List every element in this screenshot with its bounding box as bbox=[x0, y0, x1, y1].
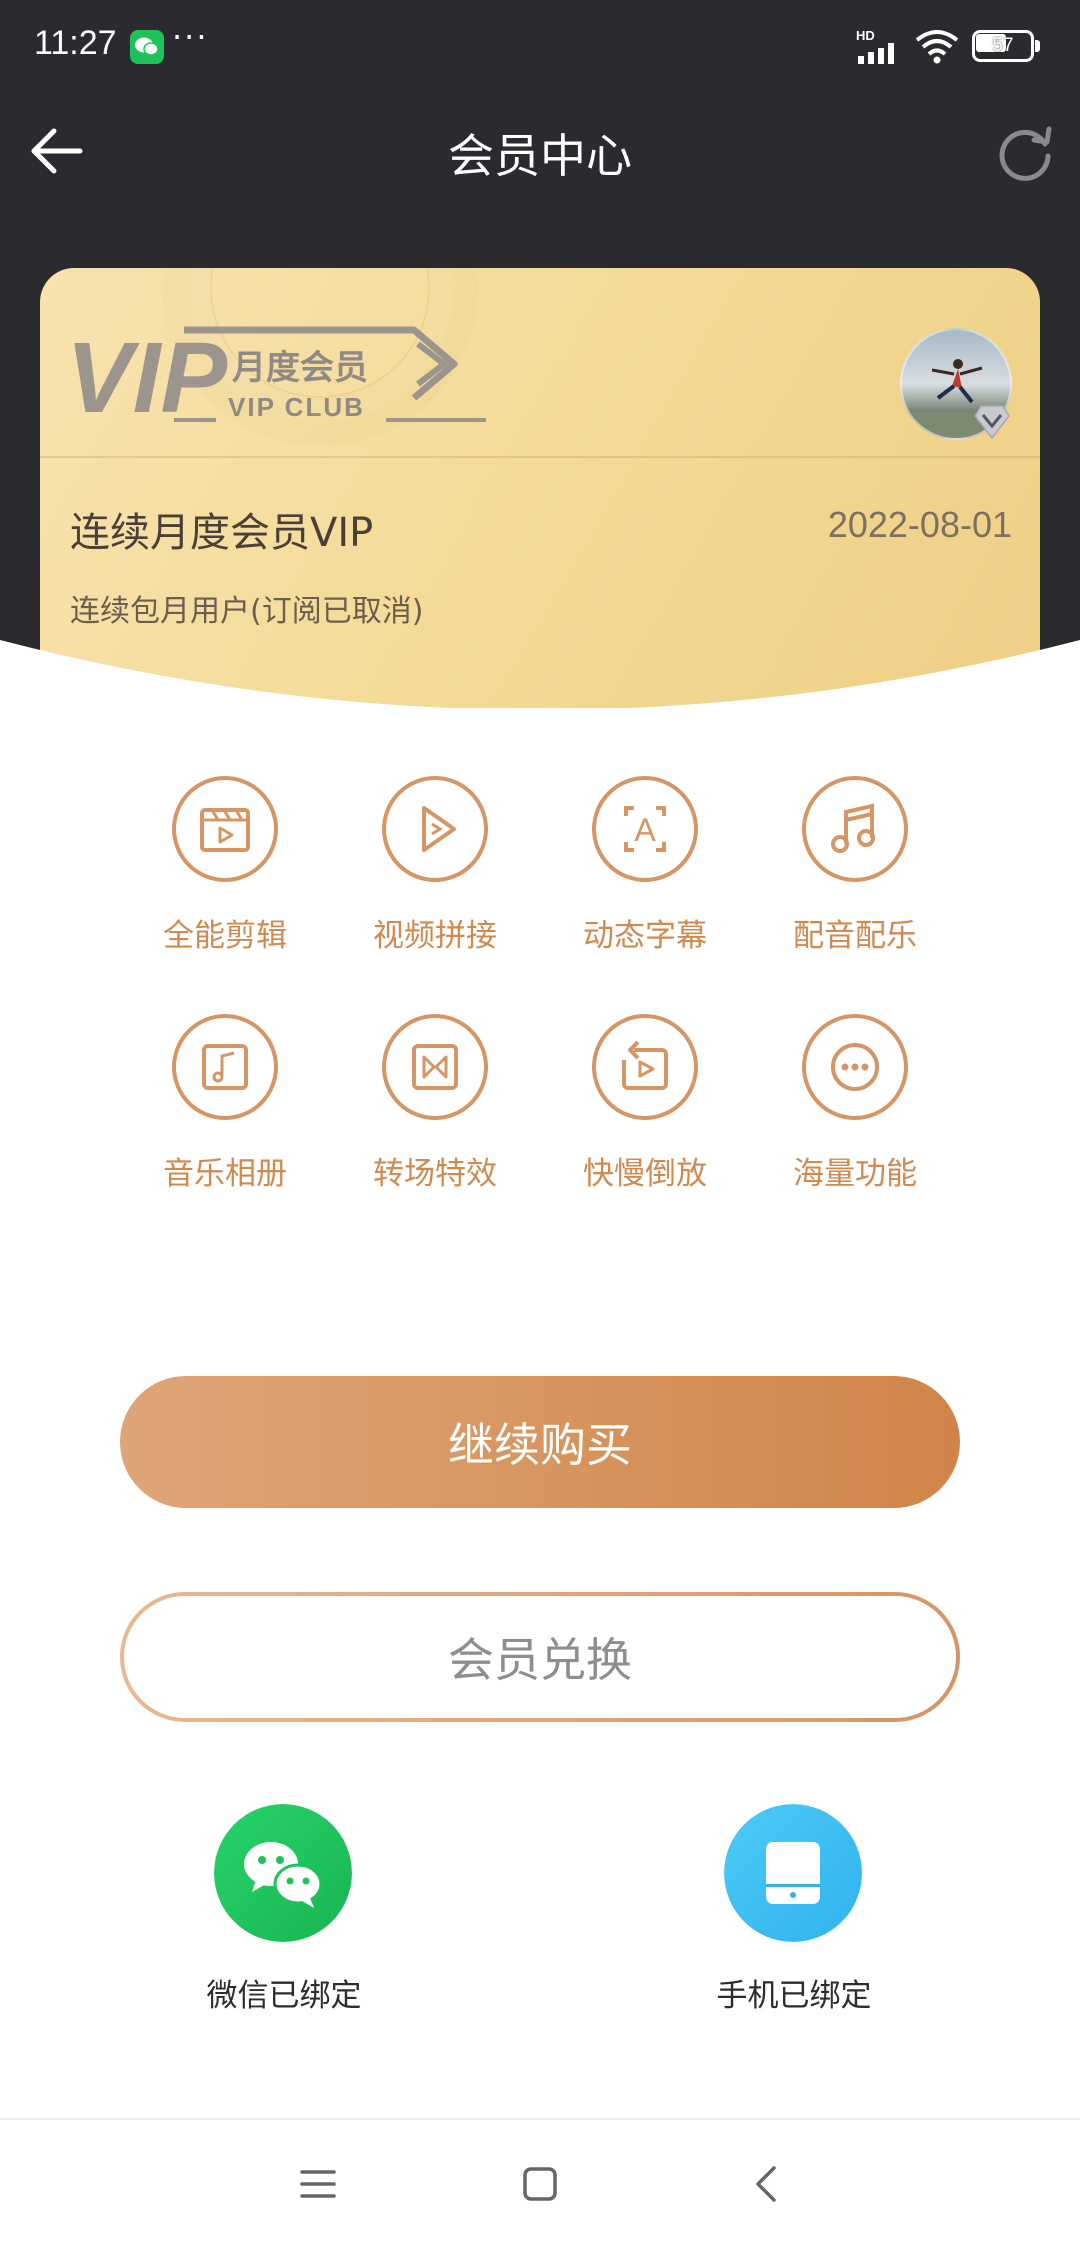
page-title: 会员中心 bbox=[448, 129, 632, 183]
battery-level: 57 bbox=[992, 35, 1014, 56]
nav-bar: 会员中心 bbox=[0, 96, 1080, 206]
feature-label: 配音配乐 bbox=[793, 918, 917, 954]
home-icon[interactable] bbox=[510, 2154, 570, 2214]
feature-label: 快慢倒放 bbox=[583, 1156, 707, 1192]
phone-binding-label: 手机已绑定 bbox=[716, 1978, 872, 2014]
feature-label: 动态字幕 bbox=[583, 918, 707, 954]
system-navigation-bar bbox=[0, 2118, 1080, 2248]
card-divider bbox=[40, 456, 1040, 458]
refresh-button[interactable] bbox=[990, 116, 1060, 186]
member-redeem-button[interactable]: 会员兑换 bbox=[124, 1596, 956, 1718]
transition-icon bbox=[382, 1014, 488, 1120]
feature-speed-reverse[interactable]: 快慢倒放 bbox=[540, 1012, 750, 1212]
signal-icon bbox=[858, 43, 894, 64]
vip-club-label: VIP CLUB bbox=[228, 392, 365, 422]
feature-transition-effects[interactable]: 转场特效 bbox=[330, 1012, 540, 1212]
feature-label: 转场特效 bbox=[373, 1156, 497, 1192]
wifi-icon bbox=[915, 30, 959, 64]
feature-label: 音乐相册 bbox=[163, 1156, 287, 1192]
feature-label: 视频拼接 bbox=[373, 918, 497, 954]
network-type-label: HD bbox=[856, 28, 875, 43]
feature-music-album[interactable]: 音乐相册 bbox=[120, 1012, 330, 1212]
back-icon[interactable] bbox=[738, 2154, 798, 2214]
music-album-icon bbox=[172, 1014, 278, 1120]
rewind-icon bbox=[592, 1014, 698, 1120]
phone-icon bbox=[724, 1804, 862, 1942]
wechat-notification-icon bbox=[130, 30, 164, 64]
svg-text:A: A bbox=[634, 812, 656, 848]
music-note-icon bbox=[802, 776, 908, 882]
wechat-binding[interactable]: 微信已绑定 bbox=[134, 1804, 434, 2024]
status-overflow: ··· bbox=[172, 18, 209, 56]
feature-dynamic-subtitle[interactable]: A 动态字幕 bbox=[540, 774, 750, 974]
feature-video-merge[interactable]: 视频拼接 bbox=[330, 774, 540, 974]
svg-text:VIP: VIP bbox=[66, 322, 227, 434]
wechat-binding-label: 微信已绑定 bbox=[206, 1978, 362, 2014]
wechat-icon bbox=[214, 1804, 352, 1942]
phone-binding[interactable]: 手机已绑定 bbox=[644, 1804, 944, 2024]
expiry-date: 2022-08-01 bbox=[827, 504, 1012, 545]
feature-label: 海量功能 bbox=[793, 1156, 917, 1192]
feature-full-edit[interactable]: 全能剪辑 bbox=[120, 774, 330, 974]
play-icon bbox=[382, 776, 488, 882]
feature-dubbing-music[interactable]: 配音配乐 bbox=[750, 774, 960, 974]
text-frame-icon: A bbox=[592, 776, 698, 882]
redeem-button-border: 会员兑换 bbox=[120, 1592, 960, 1722]
more-icon bbox=[802, 1014, 908, 1120]
clapperboard-icon bbox=[172, 776, 278, 882]
battery-icon: 57 bbox=[972, 30, 1040, 62]
feature-more[interactable]: 海量功能 bbox=[750, 1012, 960, 1212]
plan-name: 连续月度会员VIP bbox=[70, 510, 374, 556]
menu-icon[interactable] bbox=[288, 2154, 348, 2214]
vip-badge-icon bbox=[974, 405, 1010, 440]
status-bar: 11:27 ··· HD 57 bbox=[0, 0, 1080, 96]
feature-label: 全能剪辑 bbox=[163, 918, 287, 954]
membership-type: 月度会员 bbox=[232, 348, 368, 388]
continue-purchase-button[interactable]: 继续购买 bbox=[120, 1376, 960, 1508]
status-time: 11:27 bbox=[34, 24, 117, 62]
refresh-icon bbox=[999, 126, 1052, 181]
